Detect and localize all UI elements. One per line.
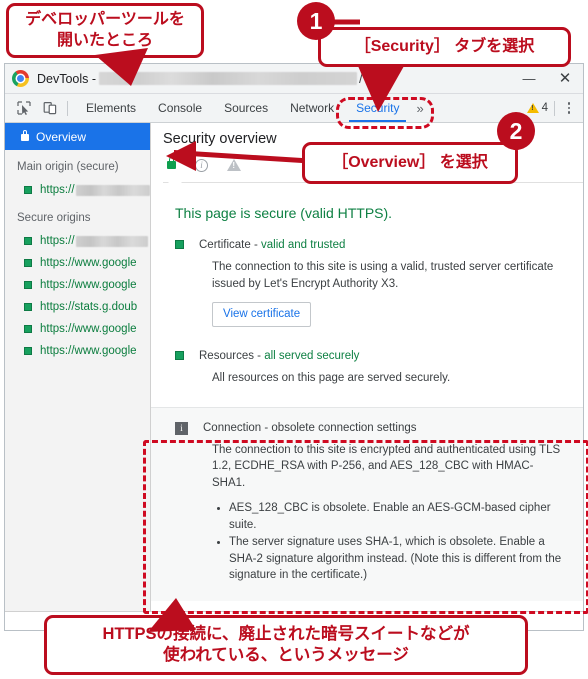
close-button[interactable]: ✕ xyxy=(547,64,583,94)
tab-sources[interactable]: Sources xyxy=(213,94,279,122)
secure-square-icon xyxy=(24,347,32,355)
list-item[interactable]: https:// xyxy=(5,179,150,201)
step-badge-1: 1 xyxy=(297,2,335,40)
sidebar-item-overview[interactable]: Overview xyxy=(5,123,150,150)
security-summary-headline: This page is secure (valid HTTPS). xyxy=(175,205,393,221)
highlight-security-tab xyxy=(336,97,434,129)
secure-square-icon xyxy=(24,281,32,289)
redacted-url xyxy=(99,72,358,85)
callout-text: デベロッパーツールを 開いたところ xyxy=(25,11,185,49)
origin-scheme: https://www.google xyxy=(40,257,137,269)
origin-scheme: https://www.google xyxy=(40,323,137,335)
section-certificate: Certificate - valid and trusted The conn… xyxy=(151,221,583,327)
lock-icon xyxy=(21,130,29,141)
section-title: Certificate - valid and trusted xyxy=(199,239,346,251)
toolbar-divider-right xyxy=(554,100,555,116)
minimize-button[interactable]: — xyxy=(511,64,547,94)
section-certificate-body: The connection to this site is using a v… xyxy=(212,261,554,290)
list-item[interactable]: https://www.google xyxy=(5,340,150,362)
secure-square-icon xyxy=(24,186,32,194)
section-status: all served securely xyxy=(264,350,360,362)
sidebar-group-main-origin: Main origin (secure) xyxy=(17,161,119,173)
lock-icon xyxy=(167,156,176,169)
warning-badge[interactable]: 4 xyxy=(526,102,548,114)
security-sidebar: Overview Main origin (secure) https:// S… xyxy=(5,123,151,611)
toolbar-divider xyxy=(67,100,68,116)
tab-console[interactable]: Console xyxy=(147,94,213,122)
selected-state-pointer xyxy=(167,176,183,184)
info-square-icon: i xyxy=(175,421,188,435)
origin-scheme: https:// xyxy=(40,235,75,247)
kebab-menu-icon[interactable] xyxy=(561,99,577,117)
secure-square-icon xyxy=(24,237,32,245)
list-item[interactable]: https:// xyxy=(5,230,150,252)
devtools-tabbar: Elements Console Sources Network Securit… xyxy=(5,94,583,123)
callout-text: HTTPSの接続に、廃止された暗号スイートなどが 使われている、というメッセージ xyxy=(102,624,470,664)
redacted-origin xyxy=(75,235,148,247)
green-square-icon xyxy=(175,240,184,249)
redacted-origin xyxy=(75,184,150,196)
section-connection-heading: i Connection - obsolete connection setti… xyxy=(175,421,565,435)
highlight-connection-section xyxy=(143,440,588,614)
window-controls: — ✕ xyxy=(511,64,583,93)
window-title: DevTools - xyxy=(37,71,97,86)
sidebar-group-secure-origins: Secure origins xyxy=(17,212,91,224)
callout-text: ［Overview］ を選択 xyxy=(332,153,488,171)
secure-square-icon xyxy=(24,259,32,267)
tab-elements[interactable]: Elements xyxy=(75,94,147,122)
section-certificate-heading: Certificate - valid and trusted xyxy=(175,238,565,252)
tabbar-right-controls: 4 xyxy=(526,99,583,117)
callout-select-overview: ［Overview］ を選択 xyxy=(302,142,518,184)
callout-text: ［Security］ タブを選択 xyxy=(354,37,535,55)
window-titlebar: DevTools - / — ✕ xyxy=(5,64,583,94)
origin-scheme: https://www.google xyxy=(40,279,137,291)
inspect-element-icon[interactable] xyxy=(11,95,37,121)
callout-devtools-opened: デベロッパーツールを 開いたところ xyxy=(6,3,204,58)
section-title: Connection - obsolete connection setting… xyxy=(203,421,417,434)
device-toolbar-icon[interactable] xyxy=(37,95,63,121)
info-icon: i xyxy=(195,158,208,172)
warning-triangle-icon xyxy=(526,103,539,113)
chrome-logo-icon xyxy=(12,70,29,87)
list-item[interactable]: https://stats.g.doub xyxy=(5,296,150,318)
sidebar-item-label: Overview xyxy=(36,129,87,144)
origin-scheme: https://www.google xyxy=(40,345,137,357)
warning-count: 4 xyxy=(541,102,548,114)
green-square-icon xyxy=(175,351,184,360)
list-item[interactable]: https://www.google xyxy=(5,252,150,274)
section-resources-body: All resources on this page are served se… xyxy=(212,372,451,384)
origin-scheme: https://stats.g.doub xyxy=(40,301,138,313)
list-item[interactable]: https://www.google xyxy=(5,318,150,340)
section-resources: Resources - all served securely All reso… xyxy=(151,327,583,387)
list-item[interactable]: https://www.google xyxy=(5,274,150,296)
warning-icon xyxy=(227,159,241,171)
view-certificate-button[interactable]: View certificate xyxy=(212,302,312,327)
section-title: Resources - all served securely xyxy=(199,350,360,362)
origin-scheme: https:// xyxy=(40,184,75,196)
callout-obsolete-cipher-message: HTTPSの接続に、廃止された暗号スイートなどが 使われている、というメッセージ xyxy=(44,615,528,675)
url-slash: / xyxy=(359,71,363,86)
secure-square-icon xyxy=(24,303,32,311)
callout-select-security-tab: ［Security］ タブを選択 xyxy=(318,27,571,67)
section-resources-heading: Resources - all served securely xyxy=(175,349,565,363)
secure-square-icon xyxy=(24,325,32,333)
step-badge-2: 2 xyxy=(497,112,535,150)
section-status: valid and trusted xyxy=(261,239,346,251)
